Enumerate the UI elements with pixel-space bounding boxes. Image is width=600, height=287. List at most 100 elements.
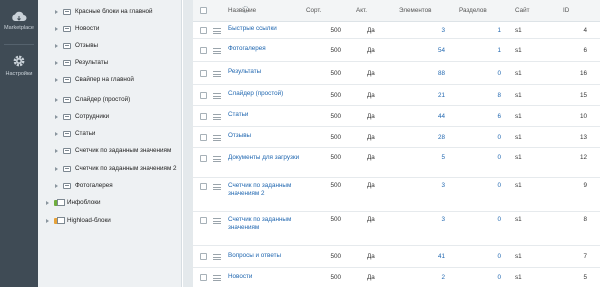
row-checkbox[interactable]: [200, 113, 207, 120]
elements-count-link[interactable]: 3: [399, 182, 445, 189]
elements-count-link[interactable]: 44: [399, 113, 445, 120]
expand-arrow-icon[interactable]: [55, 166, 58, 171]
row-menu-icon[interactable]: [213, 93, 221, 99]
tree-item-highload[interactable]: Highload-блоки: [46, 212, 111, 229]
column-header-elements[interactable]: Элементов: [399, 7, 431, 14]
iblock-name-link[interactable]: Статьи: [228, 111, 306, 119]
row-menu-icon[interactable]: [213, 184, 221, 190]
table-row[interactable]: Статьи 500 Да 44 6 s1 10: [193, 106, 600, 127]
elements-count-link[interactable]: 88: [399, 70, 445, 77]
expand-arrow-icon[interactable]: [46, 218, 49, 223]
elements-count-link[interactable]: 5: [399, 154, 445, 161]
column-header-name[interactable]: Название: [228, 7, 256, 14]
expand-arrow-icon[interactable]: [55, 60, 58, 65]
iblock-name-link[interactable]: Вопросы и ответы: [228, 252, 306, 260]
table-row[interactable]: Быстрые ссылки 500 Да 3 1 s1 4: [193, 22, 600, 39]
column-header-sort[interactable]: Сорт.: [306, 7, 321, 14]
row-menu-icon[interactable]: [213, 218, 221, 224]
table-row[interactable]: Отзывы 500 Да 28 0 s1 13: [193, 127, 600, 148]
rail-item-marketplace[interactable]: Marketplace: [0, 10, 38, 31]
tree-item[interactable]: Фотогалерея: [55, 177, 113, 194]
table-row[interactable]: Новости 500 Да 2 0 s1 5: [193, 268, 600, 287]
iblock-name-link[interactable]: Документы для загрузки: [228, 154, 306, 162]
iblock-name-link[interactable]: Новости: [228, 273, 306, 281]
sections-count-link[interactable]: 1: [459, 47, 501, 54]
table-row[interactable]: Счетчик по заданным значениям 500 Да 3 0 s1 8: [193, 212, 600, 246]
expand-arrow-icon[interactable]: [55, 131, 58, 136]
tree-item[interactable]: Сотрудники: [55, 108, 109, 125]
elements-count-link[interactable]: 2: [399, 274, 445, 281]
select-all-checkbox[interactable]: [200, 7, 207, 14]
rail-item-settings[interactable]: Настройки: [0, 54, 38, 77]
iblock-name-link[interactable]: Быстрые ссылки: [228, 25, 306, 33]
tree-item[interactable]: Результаты: [55, 54, 108, 71]
iblock-name-link[interactable]: Фотогалерея: [228, 45, 306, 53]
elements-count-link[interactable]: 3: [399, 216, 445, 223]
row-checkbox[interactable]: [200, 27, 207, 34]
expand-arrow-icon[interactable]: [55, 77, 58, 82]
elements-count-link[interactable]: 3: [399, 27, 445, 34]
row-menu-icon[interactable]: [213, 71, 221, 77]
sections-count-link[interactable]: 0: [459, 253, 501, 260]
expand-arrow-icon[interactable]: [55, 9, 58, 14]
row-menu-icon[interactable]: [213, 28, 221, 34]
expand-arrow-icon[interactable]: [55, 114, 58, 119]
tree-item[interactable]: Счетчик по заданным значениям: [55, 142, 171, 159]
row-checkbox[interactable]: [200, 217, 207, 224]
row-menu-icon[interactable]: [213, 135, 221, 141]
table-row[interactable]: Фотогалерея 500 Да 54 1 s1 6: [193, 39, 600, 62]
tree-item[interactable]: Отзывы: [55, 37, 98, 54]
sections-count-link[interactable]: 0: [459, 182, 501, 189]
iblock-name-link[interactable]: Слайдер (простой): [228, 90, 306, 98]
tree-item[interactable]: Новости: [55, 20, 99, 37]
elements-count-link[interactable]: 28: [399, 134, 445, 141]
row-checkbox[interactable]: [200, 155, 207, 162]
column-header-active[interactable]: Акт.: [356, 7, 367, 14]
table-row[interactable]: Результаты 500 Да 88 0 s1 16: [193, 62, 600, 85]
column-header-site[interactable]: Сайт: [515, 7, 530, 14]
row-menu-icon[interactable]: [213, 48, 221, 54]
iblock-name-link[interactable]: Отзывы: [228, 132, 306, 140]
row-checkbox[interactable]: [200, 183, 207, 190]
expand-arrow-icon[interactable]: [55, 148, 58, 153]
elements-count-link[interactable]: 54: [399, 47, 445, 54]
row-checkbox[interactable]: [200, 274, 207, 281]
row-checkbox[interactable]: [200, 92, 207, 99]
sections-count-link[interactable]: 0: [459, 216, 501, 223]
table-row[interactable]: Документы для загрузки 500 Да 5 0 s1 12: [193, 148, 600, 178]
tree-item[interactable]: Слайдер (простой): [55, 91, 130, 108]
row-checkbox[interactable]: [200, 70, 207, 77]
sections-count-link[interactable]: 6: [459, 113, 501, 120]
iblock-name-link[interactable]: Результаты: [228, 68, 306, 76]
iblock-name-link[interactable]: Счетчик по заданным значениям: [228, 216, 306, 232]
sections-count-link[interactable]: 0: [459, 134, 501, 141]
table-row[interactable]: Слайдер (простой) 500 Да 21 8 s1 15: [193, 85, 600, 106]
row-checkbox[interactable]: [200, 47, 207, 54]
expand-arrow-icon[interactable]: [55, 26, 58, 31]
elements-count-link[interactable]: 41: [399, 253, 445, 260]
tree-item[interactable]: Свайпер на главной: [55, 71, 134, 88]
row-menu-icon[interactable]: [213, 114, 221, 120]
row-checkbox[interactable]: [200, 134, 207, 141]
sections-count-link[interactable]: 1: [459, 27, 501, 34]
expand-arrow-icon[interactable]: [46, 200, 49, 205]
row-menu-icon[interactable]: [213, 254, 221, 260]
elements-count-link[interactable]: 21: [399, 92, 445, 99]
sections-count-link[interactable]: 0: [459, 274, 501, 281]
row-menu-icon[interactable]: [213, 275, 221, 281]
sections-count-link[interactable]: 0: [459, 70, 501, 77]
row-checkbox[interactable]: [200, 253, 207, 260]
column-header-id[interactable]: ID: [563, 7, 569, 14]
table-row[interactable]: Счетчик по заданным значениям 2 500 Да 3 0 s1…: [193, 178, 600, 212]
column-header-sections[interactable]: Разделов: [459, 7, 487, 14]
sections-count-link[interactable]: 0: [459, 154, 501, 161]
row-menu-icon[interactable]: [213, 156, 221, 162]
tree-item[interactable]: Статьи: [55, 125, 95, 142]
sections-count-link[interactable]: 8: [459, 92, 501, 99]
expand-arrow-icon[interactable]: [55, 183, 58, 188]
expand-arrow-icon[interactable]: [55, 43, 58, 48]
expand-arrow-icon[interactable]: [55, 97, 58, 102]
tree-item-iblocks[interactable]: Инфоблоки: [46, 194, 101, 211]
tree-item[interactable]: Счетчик по заданным значениям 2: [55, 160, 177, 177]
iblock-name-link[interactable]: Счетчик по заданным значениям 2: [228, 182, 306, 198]
